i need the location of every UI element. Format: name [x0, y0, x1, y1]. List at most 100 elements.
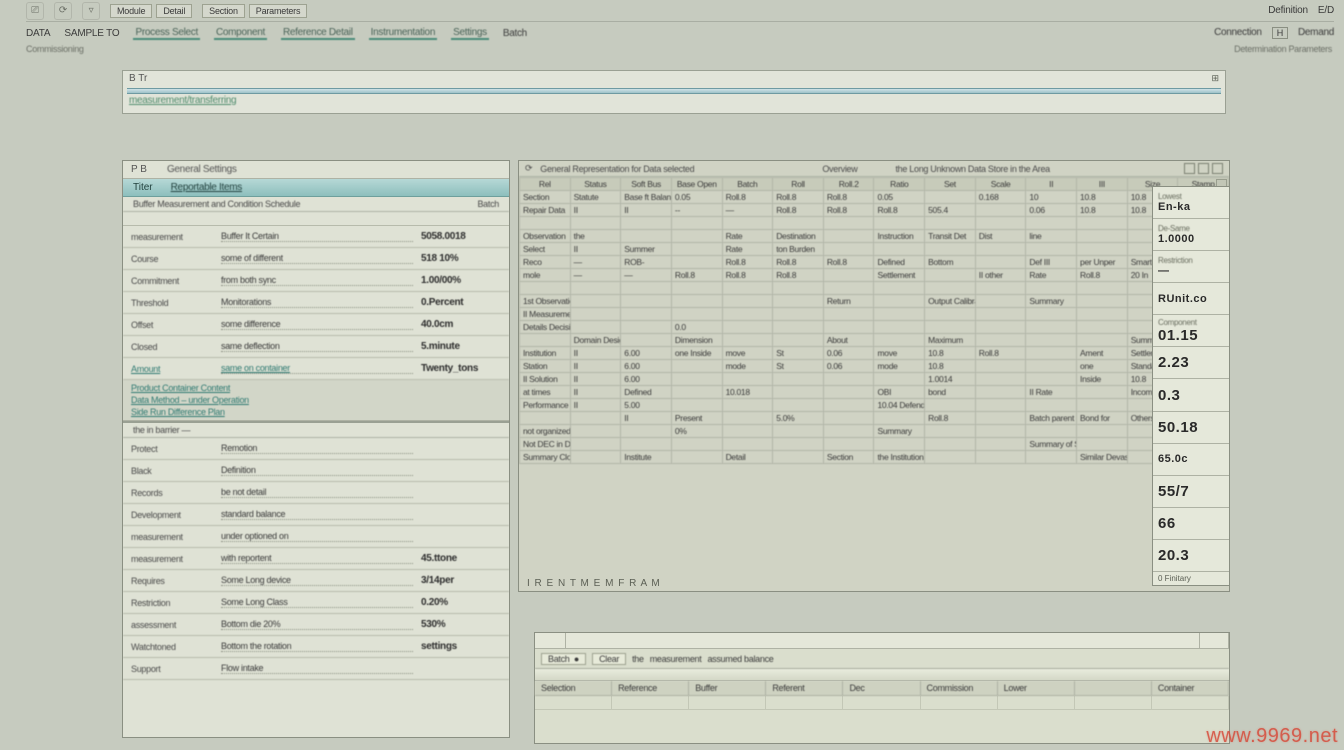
table-row[interactable]: at timesIIDefined10.018OBIbondII RateInc…: [520, 386, 1229, 399]
table-row[interactable]: Not DEC in DISSummary of Store: [520, 438, 1229, 451]
grid-icon[interactable]: ⊞: [1211, 73, 1219, 84]
param-row[interactable]: measurementwith reportent45.ttone: [123, 548, 509, 570]
dropdown-icon[interactable]: ▿: [82, 2, 100, 20]
table-header[interactable]: Roll: [773, 178, 824, 191]
console-col[interactable]: Container: [1152, 681, 1229, 695]
table-header[interactable]: Base Open: [671, 178, 722, 191]
console-col[interactable]: Selection: [535, 681, 612, 695]
console-tab-blank[interactable]: [535, 633, 566, 648]
toolbar-ed[interactable]: E/D: [1318, 5, 1334, 16]
param-value: settings: [421, 641, 501, 652]
minimize-icon[interactable]: [1184, 163, 1195, 174]
table-row[interactable]: II SolutionII6.001.0014Inside10.85.08: [520, 373, 1229, 386]
table-row[interactable]: ObservationtheRateDestinationInstruction…: [520, 230, 1229, 243]
table-header[interactable]: Roll.2: [823, 178, 874, 191]
table-header[interactable]: Status: [570, 178, 621, 191]
table-header[interactable]: II: [1026, 178, 1077, 191]
menu-data[interactable]: DATA: [26, 28, 50, 39]
table-row[interactable]: InstitutionII6.00one InsidemoveSt0.06mov…: [520, 347, 1229, 360]
console-col[interactable]: Buffer: [689, 681, 766, 695]
table-row[interactable]: II Measurement: [520, 308, 1229, 321]
toolbar-definition[interactable]: Definition: [1268, 5, 1308, 16]
param-row[interactable]: ThresholdMonitorations0.Percent: [123, 292, 509, 314]
param-row[interactable]: BlackDefinition: [123, 460, 509, 482]
table-row[interactable]: mole——Roll.8Roll.8Roll.8SettlementII oth…: [520, 269, 1229, 282]
param-row[interactable]: RequiresSome Long device3/14per: [123, 570, 509, 592]
param-link[interactable]: Product Container Content: [131, 382, 501, 394]
menu-reference[interactable]: Reference Detail: [281, 27, 355, 40]
menu-sample[interactable]: SAMPLE TO: [64, 28, 119, 39]
table-row[interactable]: SectionStatuteBase ft Balance0.05Roll.8R…: [520, 191, 1229, 204]
maximize-icon[interactable]: [1198, 163, 1209, 174]
table-row[interactable]: [520, 282, 1229, 295]
table-row[interactable]: not organized band0%Summary: [520, 425, 1229, 438]
menu-process[interactable]: Process Select: [133, 27, 200, 40]
param-row[interactable]: ProtectRemotion: [123, 438, 509, 460]
param-row[interactable]: Recordsbe not detail: [123, 482, 509, 504]
param-row[interactable]: Commitmentfrom both sync1.00/00%: [123, 270, 509, 292]
table-cell: Dist: [975, 230, 1026, 243]
menu-instrumentation[interactable]: Instrumentation: [369, 27, 437, 40]
param-row[interactable]: Developmentstandard balance: [123, 504, 509, 526]
toolbar-parameters[interactable]: Parameters: [249, 4, 308, 18]
param-row[interactable]: measurementBuffer It Certain5058.0018: [123, 226, 509, 248]
param-link[interactable]: Data Method – under Operation: [131, 394, 501, 406]
console-tab-batch[interactable]: Batch ●: [541, 653, 586, 665]
console-col[interactable]: Referent: [766, 681, 843, 695]
console-col[interactable]: Lower: [998, 681, 1075, 695]
table-row[interactable]: Domain DesignDimensionAboutMaximumSummar…: [520, 334, 1229, 347]
left-tab-titer[interactable]: Titer: [133, 182, 153, 193]
console-col[interactable]: Reference: [612, 681, 689, 695]
param-row[interactable]: Amountsame on containerTwenty_tons: [123, 358, 509, 380]
param-row[interactable]: WatchtonedBottom the rotationsettings: [123, 636, 509, 658]
table-row[interactable]: Summary CloneInstituteDetailSectionthe I…: [520, 451, 1229, 464]
param-row[interactable]: measurementunder optioned on: [123, 526, 509, 548]
menu-settings[interactable]: Settings: [451, 27, 489, 40]
refresh-icon[interactable]: ⟳: [54, 2, 72, 20]
menu-badge-h[interactable]: H: [1272, 27, 1288, 39]
param-row[interactable]: Coursesome of different518 10%: [123, 248, 509, 270]
param-row[interactable]: Closedsame deflection5.minute: [123, 336, 509, 358]
console-col[interactable]: Commission: [921, 681, 998, 695]
menu-component[interactable]: Component: [214, 27, 267, 40]
table-cell: [1077, 217, 1128, 230]
table-row[interactable]: Reco—ROB-Roll.8Roll.8Roll.8DefinedBottom…: [520, 256, 1229, 269]
param-row[interactable]: Offsetsome difference40.0cm: [123, 314, 509, 336]
param-row[interactable]: assessmentBottom die 20%530%: [123, 614, 509, 636]
table-row[interactable]: IIPresent5.0%Roll.8Batch parentBond forO…: [520, 412, 1229, 425]
table-header[interactable]: Soft Bus: [621, 178, 672, 191]
console-col[interactable]: Dec: [843, 681, 920, 695]
table-row[interactable]: Repair DataIIII--—Roll.8Roll.8Roll.8505.…: [520, 204, 1229, 217]
console-col[interactable]: [1075, 681, 1152, 695]
refresh-icon[interactable]: ⟳: [525, 163, 532, 174]
menu-batch[interactable]: Batch: [503, 28, 527, 39]
param-link[interactable]: Side Run Difference Plan: [131, 406, 501, 418]
grid-icon[interactable]: ⎚: [26, 2, 44, 20]
table-cell: About: [823, 334, 874, 347]
close-icon[interactable]: [1212, 163, 1223, 174]
console-tab-right[interactable]: [1200, 633, 1229, 648]
table-cell: Return: [823, 295, 874, 308]
metric-cell: RUnit.co: [1153, 283, 1229, 315]
console-clear[interactable]: Clear: [592, 653, 626, 665]
toolbar-section[interactable]: Section: [202, 4, 245, 18]
table-header[interactable]: Ratio: [874, 178, 925, 191]
param-row[interactable]: RestrictionSome Long Class0.20%: [123, 592, 509, 614]
table-header[interactable]: III: [1077, 178, 1128, 191]
table-header[interactable]: Rel: [520, 178, 571, 191]
table-header[interactable]: Batch: [722, 178, 773, 191]
toolbar-detail[interactable]: Detail: [156, 4, 192, 18]
table-header[interactable]: Scale: [975, 178, 1026, 191]
table-row[interactable]: StationII6.00modeSt0.06mode10.8oneStanda…: [520, 360, 1229, 373]
menu-demand[interactable]: Demand: [1298, 27, 1334, 39]
table-row[interactable]: PerformanceII5.0010.04 Defend5.08: [520, 399, 1229, 412]
table-row[interactable]: SelectIISummerRateton Burden: [520, 243, 1229, 256]
left-tab-reportable[interactable]: Reportable Items: [171, 182, 242, 193]
table-row[interactable]: 1st Observation PlanReturnOutput Calibra…: [520, 295, 1229, 308]
toolbar-module[interactable]: Module: [110, 4, 152, 18]
table-header[interactable]: Set: [925, 178, 976, 191]
param-row[interactable]: SupportFlow intake: [123, 658, 509, 680]
table-cell: [570, 282, 621, 295]
table-row[interactable]: [520, 217, 1229, 230]
table-row[interactable]: Details Decision0.0: [520, 321, 1229, 334]
